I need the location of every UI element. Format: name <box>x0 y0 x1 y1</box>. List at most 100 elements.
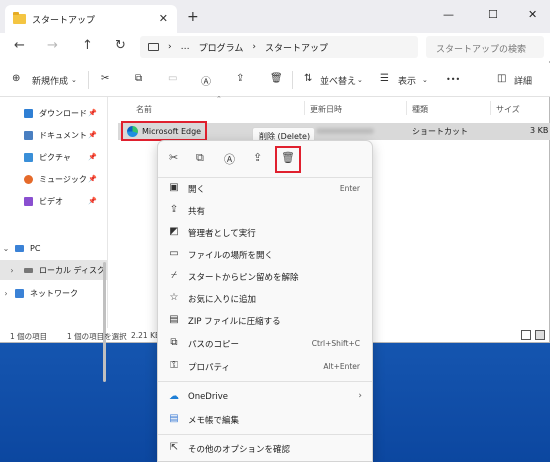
status-selected: 1 個の項目を選択 <box>67 332 127 341</box>
column-size[interactable]: サイズ <box>496 104 520 115</box>
pin-icon: 📌 <box>88 175 97 183</box>
details-view-icon[interactable] <box>521 330 531 340</box>
menu-item-add-favorite[interactable]: ☆ お気に入りに追加 <box>158 287 372 309</box>
menu-item-open[interactable]: ▣ 開く Enter <box>158 177 372 199</box>
tab-close-icon[interactable]: ✕ <box>159 12 168 25</box>
details-pane-icon[interactable]: ◫ <box>497 73 506 84</box>
menu-item-open-location[interactable]: ▭ ファイルの場所を開く <box>158 243 372 265</box>
menu-item-run-as-admin[interactable]: ◩ 管理者として実行 <box>158 221 372 243</box>
new-button[interactable]: 新規作成 <box>32 74 68 87</box>
menu-item-compress-zip[interactable]: ▤ ZIP ファイルに圧縮する <box>158 309 372 331</box>
menu-item-label: 開く <box>188 185 206 195</box>
menu-item-label: OneDrive <box>188 392 228 402</box>
navigation-pane: ダウンロード 📌 ドキュメント 📌 ピクチャ 📌 ミュージック 📌 ビデオ 📌 <box>0 97 108 382</box>
pin-icon: 📌 <box>88 109 97 117</box>
sidebar-item-pc[interactable]: ⌄ PC <box>0 238 107 258</box>
refresh-icon[interactable]: ↻ <box>115 38 126 53</box>
details-button[interactable]: 詳細 <box>514 74 532 87</box>
copy-icon[interactable]: ⧉ <box>196 151 204 165</box>
external-icon: ⇱ <box>169 442 179 453</box>
view-icon[interactable]: ☰ <box>380 73 389 84</box>
rename-icon[interactable]: Ⓐ <box>201 73 211 88</box>
menu-item-onedrive[interactable]: ☁ OneDrive › <box>158 386 372 408</box>
sidebar-item-pictures[interactable]: ピクチャ 📌 <box>0 147 107 167</box>
status-count: 1 個の項目 <box>10 332 48 341</box>
pin-icon: 📌 <box>88 153 97 161</box>
menu-item-edit-notepad[interactable]: ▤ メモ帳で編集 <box>158 408 372 430</box>
pin-icon: 📌 <box>88 131 97 139</box>
cut-icon[interactable]: ✂ <box>101 73 109 84</box>
menu-item-more-options[interactable]: ⇱ その他のオプションを確認 <box>158 437 372 459</box>
breadcrumb-programs[interactable]: プログラム <box>199 41 244 54</box>
context-menu: ✂ ⧉ Ⓐ ⇪ 🗑 ▣ 開く Enter ⇪ 共有 ◩ 管理者として実行 ▭ フ… <box>157 140 373 462</box>
menu-divider <box>158 381 372 382</box>
tab-title: スタートアップ <box>32 15 96 26</box>
delete-icon[interactable]: 🗑 <box>270 73 283 84</box>
toolbar-divider <box>88 71 89 89</box>
sidebar-item-label: ミュージック <box>39 174 87 184</box>
more-options-button[interactable]: ••• <box>446 75 460 84</box>
chevron-down-icon: ⌄ <box>357 76 363 84</box>
scrollbar[interactable] <box>103 262 106 382</box>
minimize-button[interactable]: — <box>443 8 454 21</box>
share-icon[interactable]: ⇪ <box>236 73 244 84</box>
breadcrumb-startup[interactable]: スタートアップ <box>265 41 328 54</box>
notepad-icon: ▤ <box>169 413 179 424</box>
breadcrumb[interactable]: › … プログラム › スタートアップ <box>140 36 418 58</box>
rename-icon[interactable]: Ⓐ <box>224 151 235 167</box>
sort-icon[interactable]: ⇅ <box>304 73 312 84</box>
pictures-icon <box>24 152 33 162</box>
sidebar-item-label: ピクチャ <box>39 152 71 162</box>
menu-item-label: ファイルの場所を開く <box>188 251 274 261</box>
status-size: 2.21 KB <box>131 331 161 340</box>
close-button[interactable]: ✕ <box>528 8 537 21</box>
delete-highlight-box <box>275 146 301 173</box>
cut-icon[interactable]: ✂ <box>169 151 178 164</box>
column-name[interactable]: 名前 <box>136 104 152 115</box>
chevron-right-icon[interactable]: › <box>0 266 24 275</box>
chevron-right-icon[interactable]: › <box>0 289 12 298</box>
sort-button[interactable]: 並べ替え <box>320 74 356 87</box>
pin-icon: 📌 <box>88 197 97 205</box>
tiles-view-icon[interactable] <box>535 330 545 340</box>
menu-item-shortcut: Ctrl+Shift+C <box>311 339 360 348</box>
cloud-icon: ☁ <box>169 391 179 402</box>
copy-icon[interactable]: ⧉ <box>135 73 142 84</box>
sidebar-item-documents[interactable]: ドキュメント 📌 <box>0 125 107 145</box>
chevron-right-icon: › <box>358 391 362 401</box>
chevron-down-icon[interactable]: ⌄ <box>0 244 12 253</box>
address-bar: ← → ↑ ↻ › … プログラム › スタートアップ スタートアップの検索 <box>0 33 550 61</box>
view-button[interactable]: 表示 <box>398 74 416 87</box>
new-tab-button[interactable]: + <box>187 9 199 25</box>
sidebar-item-music[interactable]: ミュージック 📌 <box>0 169 107 189</box>
paste-icon[interactable]: ▭ <box>168 73 177 84</box>
sidebar-item-label: PC <box>30 243 41 253</box>
breadcrumb-ellipsis[interactable]: … <box>181 42 190 52</box>
menu-item-label: 管理者として実行 <box>188 229 256 239</box>
properties-icon: ⚿ <box>170 360 178 371</box>
modified-date-redacted <box>316 128 374 134</box>
tab-startup[interactable]: スタートアップ ✕ <box>5 5 177 33</box>
sidebar-item-local-disk[interactable]: › ローカル ディスク <box>0 260 107 280</box>
new-icon[interactable]: ⊕ <box>12 73 20 84</box>
menu-item-share[interactable]: ⇪ 共有 <box>158 199 372 221</box>
maximize-button[interactable]: ☐ <box>488 8 498 21</box>
menu-item-properties[interactable]: ⚿ プロパティ Alt+Enter <box>158 355 372 377</box>
column-type[interactable]: 種類 <box>412 104 428 115</box>
up-arrow-icon[interactable]: ↑ <box>82 38 93 53</box>
menu-item-copy-path[interactable]: ⧉ パスのコピー Ctrl+Shift+C <box>158 332 372 354</box>
document-icon <box>24 130 33 140</box>
menu-item-label: メモ帳で編集 <box>188 416 240 426</box>
menu-item-unpin-start[interactable]: ⌿ スタートからピン留めを解除 <box>158 265 372 287</box>
sidebar-item-network[interactable]: › ネットワーク <box>0 283 107 303</box>
menu-item-label: パスのコピー <box>188 340 240 350</box>
menu-item-label: 共有 <box>188 207 206 217</box>
search-input[interactable]: スタートアップの検索 <box>426 36 544 58</box>
forward-arrow-icon[interactable]: → <box>47 38 58 53</box>
column-modified[interactable]: 更新日時 <box>310 104 342 115</box>
back-arrow-icon[interactable]: ← <box>14 38 25 53</box>
sidebar-item-videos[interactable]: ビデオ 📌 <box>0 191 107 211</box>
share-icon[interactable]: ⇪ <box>253 151 262 164</box>
sidebar-item-downloads[interactable]: ダウンロード 📌 <box>0 103 107 123</box>
column-divider <box>406 101 407 115</box>
